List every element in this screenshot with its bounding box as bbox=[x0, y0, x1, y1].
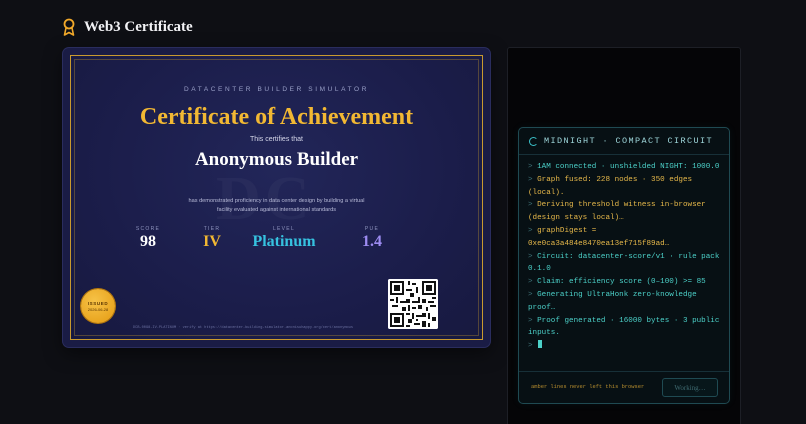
stat-value: Platinum bbox=[252, 233, 316, 250]
certificate-description: has demonstrated proficiency in data cen… bbox=[188, 198, 365, 213]
certificate-card: DC DATACENTER BUILDER SIMULATOR Certific… bbox=[63, 48, 490, 347]
seal-label: ISSUED bbox=[87, 300, 109, 306]
certificate-heading: Certificate of Achievement bbox=[139, 104, 414, 130]
stat-value: 1.4 bbox=[362, 233, 382, 250]
prompt-line: > bbox=[528, 340, 723, 353]
working-button[interactable]: Working… bbox=[662, 378, 718, 397]
stat-label: PUE bbox=[364, 226, 380, 232]
terminal-title: MIDNIGHT · COMPACT CIRCUIT bbox=[544, 136, 714, 146]
circuit-terminal: MIDNIGHT · COMPACT CIRCUIT > 1AM connect… bbox=[518, 127, 730, 404]
stat-label: SCORE bbox=[135, 226, 161, 232]
divider bbox=[519, 371, 729, 372]
spinner-icon bbox=[529, 136, 538, 146]
page-title: Web3 Certificate bbox=[84, 18, 193, 35]
stat-tier: TIER IV bbox=[187, 226, 237, 251]
cursor bbox=[538, 340, 543, 349]
verify-url[interactable]: DCB-0098-IV-PLATINUM · verify at https:/… bbox=[133, 326, 353, 330]
stat-score: SCORE 98 bbox=[123, 226, 173, 251]
log-line: > graphDigest = 0xe0ca3a484e8470ea13ef71… bbox=[528, 226, 670, 248]
terminal-log: > 1AM connected · unshielded NIGHT: 1000… bbox=[528, 161, 723, 353]
log-line: > Generating UltraHonk zero-knowledge pr… bbox=[528, 290, 697, 312]
qr-code[interactable] bbox=[388, 279, 438, 329]
stat-label: TIER bbox=[203, 226, 221, 232]
stat-value: IV bbox=[203, 233, 221, 250]
log-line: > Deriving threshold witness in-browser … bbox=[528, 201, 706, 223]
footer-note: amber lines never left this browser bbox=[531, 384, 645, 390]
log-line: > Circuit: datacenter-score/v1 · rule pa… bbox=[528, 252, 720, 274]
certificate-frame: DC DATACENTER BUILDER SIMULATOR Certific… bbox=[70, 55, 483, 340]
stat-pue: PUE 1.4 bbox=[347, 226, 397, 251]
seal-date: 2026-06-28 bbox=[87, 306, 109, 312]
log-line: > Graph fused: 228 nodes · 350 edges (lo… bbox=[528, 175, 693, 197]
stat-level: LEVEL Platinum bbox=[234, 226, 334, 251]
certificate-kicker: DATACENTER BUILDER SIMULATOR bbox=[183, 86, 369, 93]
recipient-name: Anonymous Builder bbox=[194, 149, 359, 170]
ribbon-icon bbox=[63, 18, 75, 36]
certifies-text: This certifies that bbox=[250, 136, 303, 143]
terminal-header: MIDNIGHT · COMPACT CIRCUIT bbox=[529, 136, 713, 146]
log-line: > Proof generated · 16000 bytes · 3 publ… bbox=[528, 316, 720, 338]
page-header: Web3 Certificate bbox=[62, 17, 193, 37]
log-line: > Claim: efficiency score (0–100) >= 85 bbox=[528, 278, 706, 287]
stat-label: LEVEL bbox=[272, 226, 296, 232]
log-line: > 1AM connected · unshielded NIGHT: 1000… bbox=[528, 163, 720, 171]
stat-value: 98 bbox=[140, 233, 156, 250]
issued-seal: ISSUED 2026-06-28 bbox=[81, 289, 115, 323]
divider bbox=[519, 154, 729, 155]
